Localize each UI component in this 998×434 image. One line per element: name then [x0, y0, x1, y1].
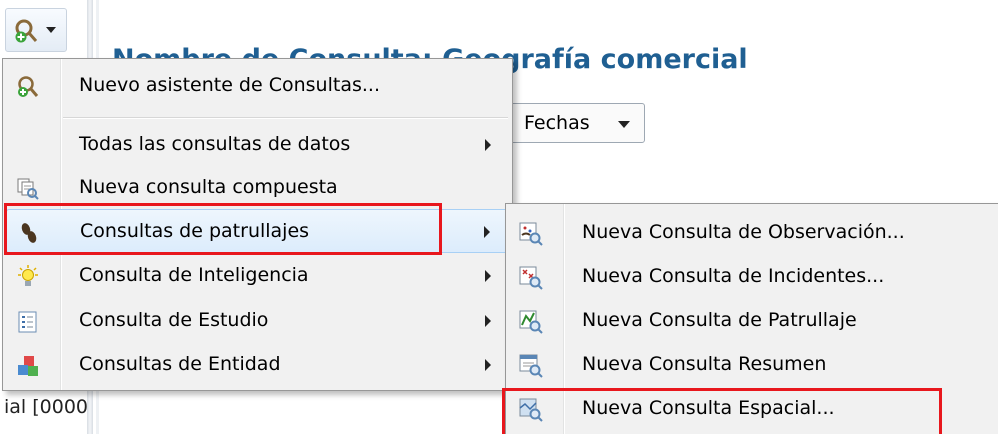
summary-query-icon [519, 354, 543, 378]
submenu-item-observation-query[interactable]: Nueva Consulta de Observación... [509, 211, 995, 255]
highlight-box-patrol-queries [4, 203, 442, 255]
list-icon [16, 310, 40, 334]
menu-item-entity-queries[interactable]: Consultas de Entidad [6, 343, 509, 387]
menu-item-label: Consulta de Inteligencia [79, 264, 309, 286]
menu-item-all-data-queries[interactable]: Todas las consultas de datos [6, 123, 509, 167]
submenu-arrow-icon [485, 359, 491, 371]
menu-item-label: Consultas de Entidad [79, 353, 281, 375]
menu-item-label: Todas las consultas de datos [79, 133, 351, 155]
submenu-item-label: Nueva Consulta de Observación... [582, 221, 905, 243]
submenu-arrow-icon [485, 139, 491, 151]
submenu-arrow-icon [484, 226, 490, 238]
incident-query-icon [519, 266, 543, 290]
cubes-icon [16, 354, 40, 378]
menu-item-new-query-wizard[interactable]: Nuevo asistente de Consultas... [6, 64, 509, 108]
submenu-item-label: Nueva Consulta Resumen [582, 353, 827, 375]
date-filter-value: Fechas [524, 112, 590, 134]
patrol-query-icon [519, 310, 543, 334]
menu-item-label: Consulta de Estudio [79, 309, 269, 331]
menu-item-intelligence-query[interactable]: Consulta de Inteligencia [6, 254, 509, 298]
chevron-down-icon [618, 121, 630, 128]
submenu-arrow-icon [485, 270, 491, 282]
highlight-box-spatial-query [502, 388, 942, 434]
submenu-item-label: Nueva Consulta de Incidentes... [582, 265, 885, 287]
menu-separator [63, 117, 508, 119]
submenu-item-label: Nueva Consulta de Patrullaje [582, 309, 857, 331]
query-wizard-icon [16, 75, 40, 99]
menu-item-label: Nueva consulta compuesta [79, 176, 338, 198]
menu-item-label: Nuevo asistente de Consultas... [79, 74, 380, 96]
submenu-arrow-icon [485, 315, 491, 327]
query-add-icon [13, 18, 39, 48]
menu-item-study-query[interactable]: Consulta de Estudio [6, 299, 509, 343]
observation-query-icon [519, 222, 543, 246]
query-dropdown-button[interactable] [5, 8, 67, 52]
compound-query-icon [16, 177, 40, 201]
left-panel-text: ial [0000 [4, 396, 89, 418]
submenu-item-patrol-query[interactable]: Nueva Consulta de Patrullaje [509, 299, 995, 343]
submenu-item-incident-query[interactable]: Nueva Consulta de Incidentes... [509, 255, 995, 299]
submenu-item-summary-query[interactable]: Nueva Consulta Resumen [509, 343, 995, 387]
lightbulb-icon [16, 265, 40, 289]
date-filter-select[interactable]: Fechas [505, 103, 645, 143]
chevron-down-icon [46, 27, 56, 33]
